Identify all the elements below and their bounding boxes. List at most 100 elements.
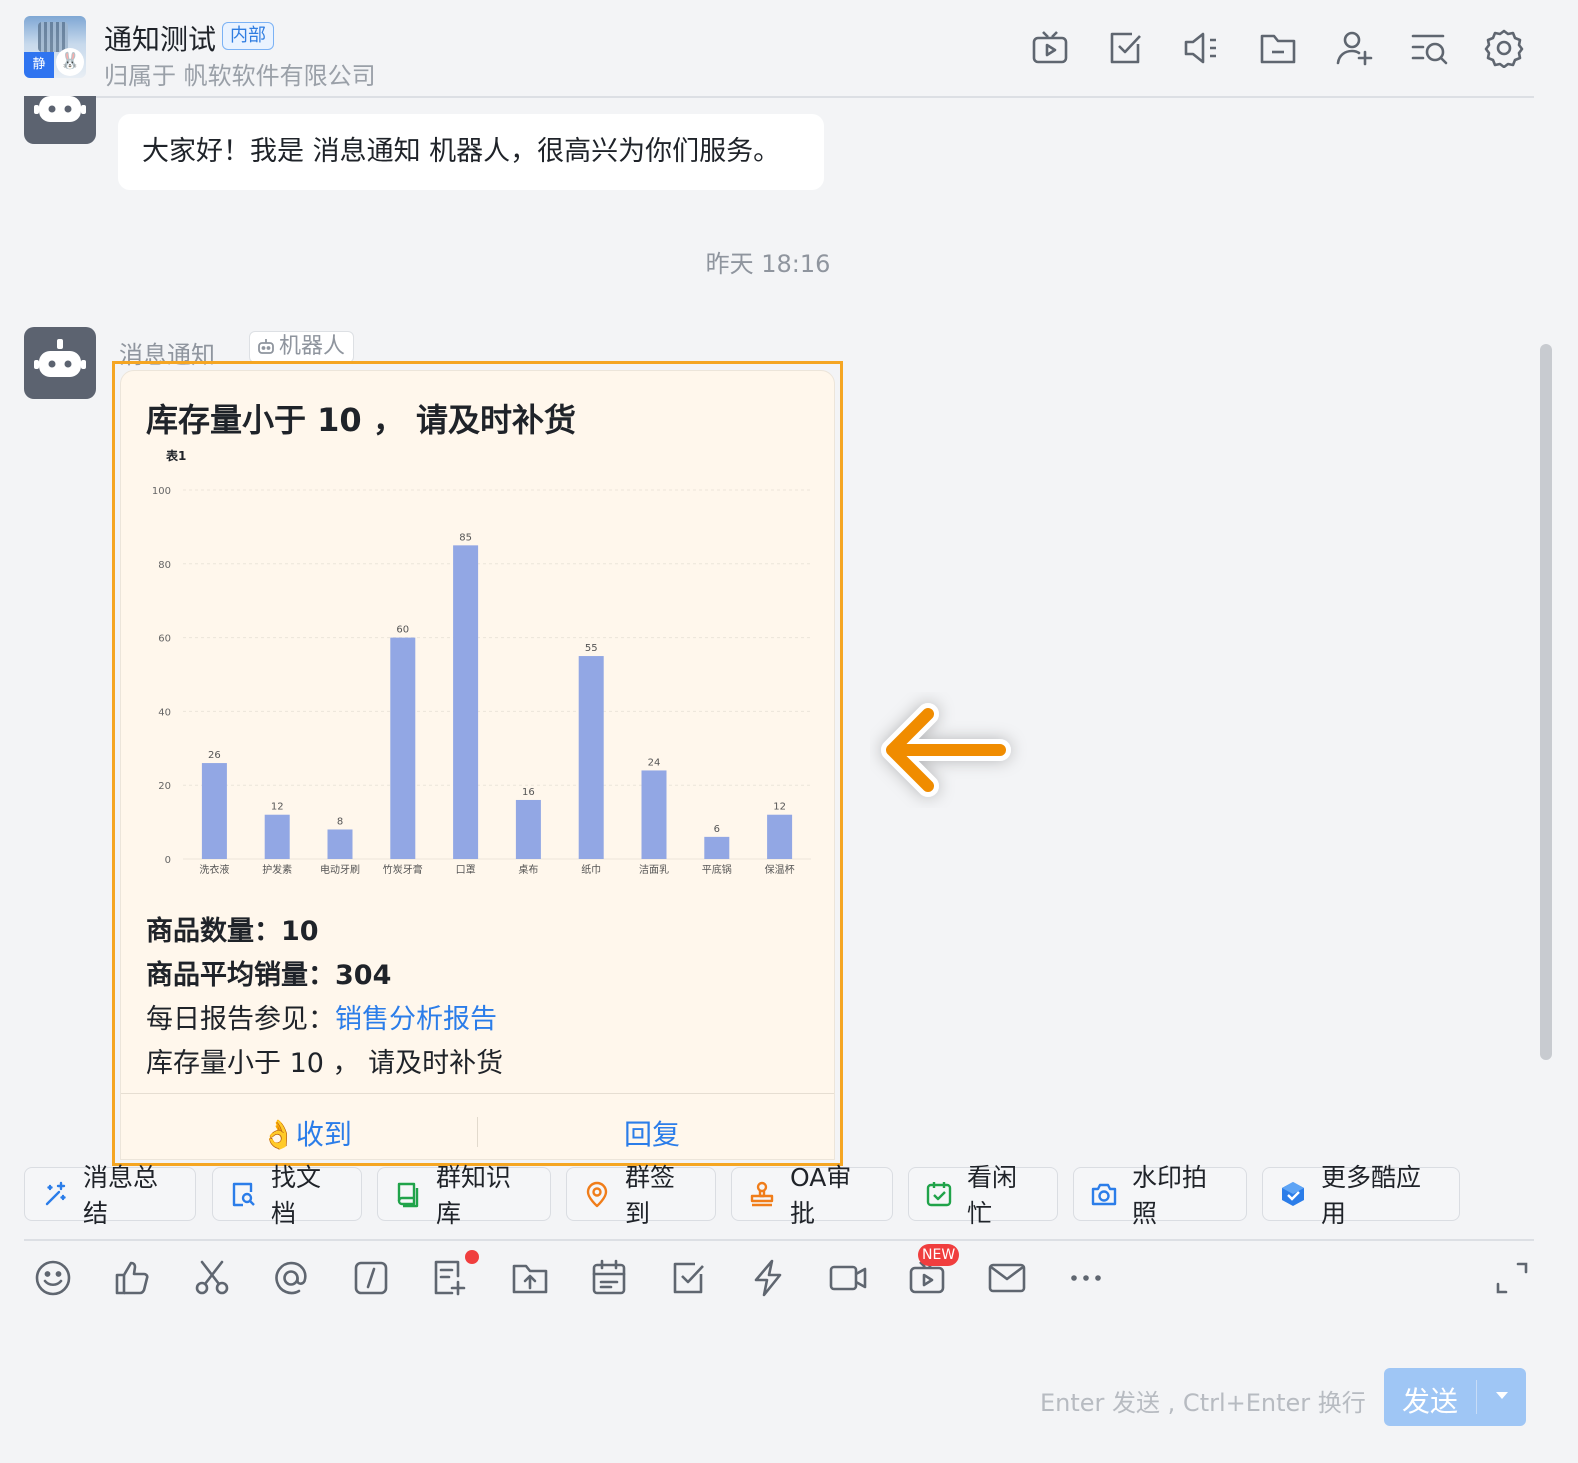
quick-app-availability[interactable]: 看闲忙 [908,1163,1058,1228]
y-tick-label: 20 [158,781,171,792]
quick-app-more[interactable]: 更多酷应用 [1262,1163,1460,1228]
quick-app-label: 群知识库 [436,1163,512,1228]
approval-stamp-icon [750,1181,774,1207]
camera-icon [1091,1183,1117,1206]
card-title: 库存量小于 10 ， 请及时补货 [146,401,576,439]
group-title[interactable]: 通知测试 [104,18,216,58]
scissors-icon[interactable] [192,1258,232,1298]
send-button[interactable]: 发送 [1384,1368,1526,1426]
acknowledge-label: 收到 [295,1118,352,1151]
quick-app-label: 找文档 [271,1163,322,1228]
restock-note: 库存量小于 10 ， 请及时补货 [146,1048,504,1079]
bar [201,763,227,859]
x-tick-label: 护发素 [262,863,292,876]
x-tick-label: 洁面乳 [639,863,669,876]
folder-icon[interactable] [1258,28,1298,68]
acknowledge-button[interactable]: 👌收到 [261,1113,352,1153]
card-button-separator [477,1117,478,1147]
quick-app-message-summary[interactable]: 消息总结 [24,1163,196,1228]
bunny-icon: 🐰 [56,48,84,76]
video-call-icon[interactable] [828,1258,868,1298]
upload-file-icon[interactable] [510,1258,550,1298]
emoji-icon[interactable] [33,1258,73,1298]
data-label: 85 [459,532,472,543]
task-icon[interactable] [1106,28,1146,68]
x-tick-label: 电动牙刷 [320,863,360,876]
x-tick-label: 平底锅 [702,863,732,876]
mention-icon[interactable] [271,1258,311,1298]
internal-badge: 内部 [222,22,274,50]
message-bubble[interactable]: 大家好！我是 消息通知 机器人，很高兴为你们服务。 [118,114,824,190]
product-count-label: 商品数量： [146,916,281,947]
quick-app-checkin[interactable]: 群签到 [566,1163,716,1228]
add-member-icon[interactable] [1334,28,1374,68]
quick-app-label: 群签到 [625,1163,676,1228]
chart-title: 表1 [165,448,186,463]
mail-icon[interactable] [987,1258,1027,1298]
quick-app-watermark-camera[interactable]: 水印拍照 [1073,1163,1247,1228]
schedule-icon[interactable] [589,1258,629,1298]
bot-tag: 机器人 [249,331,355,363]
robot-small-icon [258,339,274,354]
avg-sales-line: 商品平均销量：304 [146,953,391,992]
thumbs-up-icon[interactable] [112,1258,152,1298]
send-label: 发送 [1402,1385,1459,1418]
video-icon[interactable] [1030,28,1070,68]
doc-search-icon [232,1182,255,1207]
y-tick-label: 40 [158,707,171,718]
more-apps-icon [1282,1182,1304,1206]
group-avatar-tag: 静 [24,52,54,78]
more-icon[interactable] [1066,1258,1106,1298]
quick-app-oa-approval[interactable]: OA审批 [731,1163,893,1228]
chat-header: 静 🐰 通知测试 内部 归属于 帆软软件有限公司 [0,0,1578,96]
sales-report-link[interactable]: 销售分析报告 [335,1004,497,1035]
y-tick-label: 0 [165,855,171,866]
x-tick-label: 桌布 [518,863,538,876]
quick-app-knowledge-base[interactable]: 群知识库 [377,1163,551,1228]
x-tick-label: 竹炭牙膏 [383,863,423,876]
search-history-icon[interactable] [1410,28,1450,68]
bar [390,637,416,859]
data-label: 55 [585,643,598,654]
bar [767,814,793,859]
todo-icon[interactable] [669,1258,709,1298]
message-card[interactable]: 库存量小于 10 ， 请及时补货 表1 0 20 40 60 80 100 26 洗衣液 12 护发… [120,370,835,1160]
product-count-line: 商品数量：10 [146,909,319,948]
robot-icon [34,339,86,377]
y-tick-label: 80 [158,560,171,571]
send-options-chevron-down-icon[interactable] [1496,1392,1508,1399]
slash-command-icon[interactable] [351,1258,391,1298]
report-line: 每日报告参见：销售分析报告 [146,997,497,1036]
bar [327,829,353,859]
quick-app-label: 更多酷应用 [1321,1163,1422,1228]
bot-tag-label: 机器人 [279,334,346,359]
toolbar-divider [24,1239,1534,1241]
data-label: 24 [648,757,661,768]
quick-app-find-doc[interactable]: 找文档 [212,1163,362,1228]
message-timestamp: 昨天 18:16 [705,250,831,278]
data-label: 16 [522,787,535,798]
chat-scrollbar[interactable] [1540,344,1552,1060]
ai-sparkle-icon [45,1181,66,1206]
y-tick-label: 100 [152,486,171,497]
reply-button[interactable]: 回复 [624,1113,680,1153]
settings-icon[interactable] [1484,28,1524,69]
data-label: 26 [208,750,221,761]
data-label: 12 [773,802,786,813]
bot-avatar[interactable] [24,327,96,399]
report-label: 每日报告参见： [146,1004,335,1035]
bar-chart: 表1 0 20 40 60 80 100 26 洗衣液 12 护发素 8 电动牙刷 60 竹炭牙膏 85 口罩 1… [152,448,811,876]
calendar-check-icon [926,1182,952,1207]
x-tick-label: 洗衣液 [199,863,229,876]
bar [264,814,290,859]
new-doc-icon[interactable] [430,1258,470,1298]
group-avatar[interactable]: 静 🐰 [24,16,86,78]
x-tick-label: 纸巾 [581,863,601,876]
lightning-icon[interactable] [748,1258,788,1298]
data-label: 8 [337,816,343,827]
bar [578,656,604,859]
expand-icon[interactable] [1492,1258,1532,1298]
bar [453,545,479,859]
bar [704,836,730,859]
announcement-icon[interactable] [1182,28,1222,68]
